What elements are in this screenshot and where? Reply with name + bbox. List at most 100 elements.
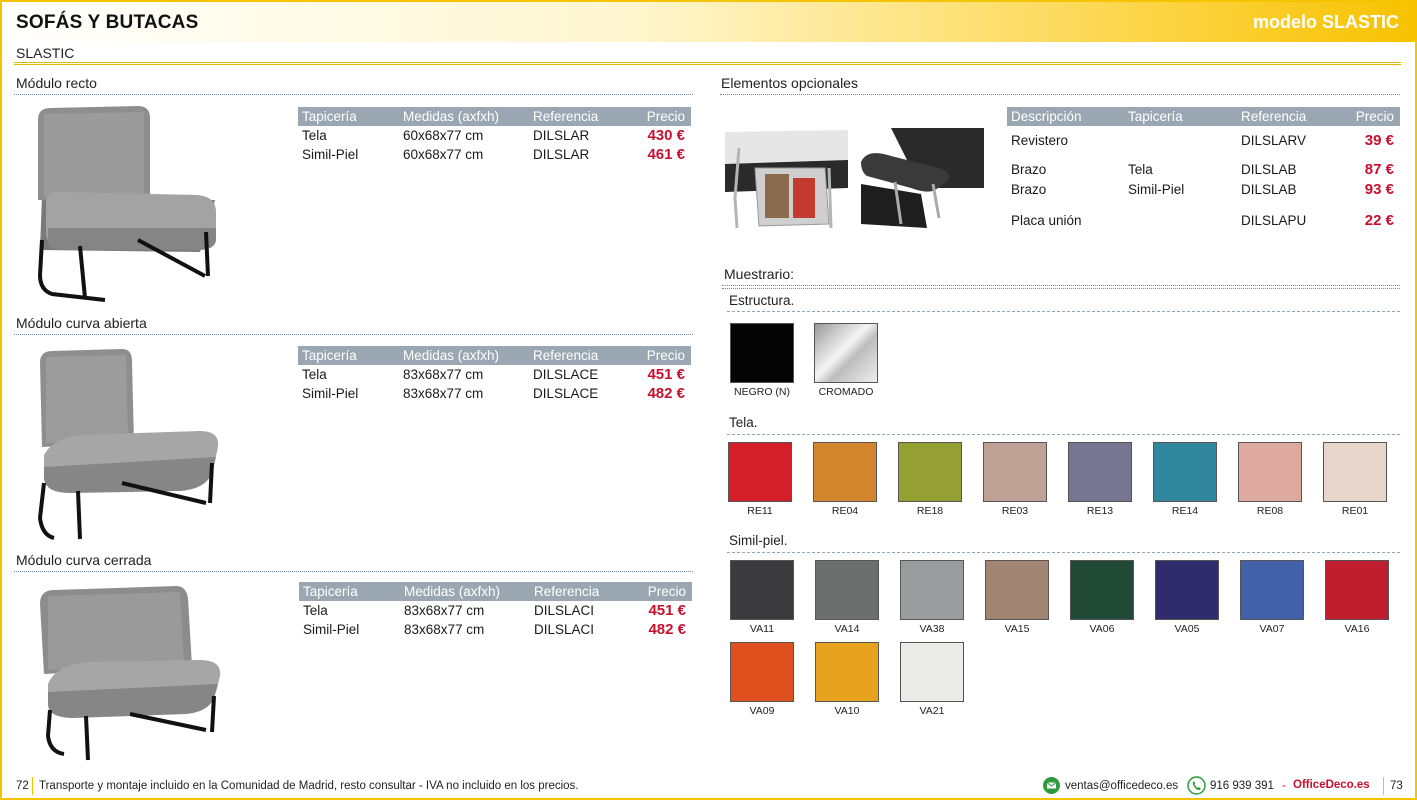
col-tapiceria: Tapicería <box>1128 109 1183 124</box>
col-referencia: Referencia <box>533 348 599 363</box>
table-row: Placa unión DILSLAPU 22 € <box>1007 210 1400 230</box>
phone-icon <box>1187 776 1206 795</box>
cell-precio: 430 € <box>647 127 685 144</box>
cell-precio: 451 € <box>647 366 685 383</box>
module-rule <box>14 571 693 572</box>
simil-rule <box>727 552 1400 553</box>
swatch-label: VA16 <box>1344 623 1370 635</box>
col-precio: Precio <box>647 584 686 599</box>
swatch-chip <box>1323 442 1387 502</box>
swatch-re03: RE03 <box>983 442 1047 517</box>
page-number-left: 72 <box>16 780 29 792</box>
estructura-rule <box>727 311 1400 312</box>
table-row: Simil-Piel 83x68x77 cm DILSLACI 482 € <box>299 620 692 639</box>
samples-title: Muestrario: <box>724 266 795 282</box>
email-icon <box>1043 777 1060 794</box>
swatch-label: RE18 <box>916 505 944 517</box>
swatch-label: VA38 <box>919 623 945 635</box>
swatch-label: RE11 <box>747 505 773 517</box>
module-title-curva-abierta: Módulo curva abierta <box>16 315 147 331</box>
swatch-label: VA09 <box>749 705 775 717</box>
cell-tapiceria: Tela <box>303 603 328 618</box>
page-number-right: 73 <box>1390 780 1403 792</box>
swatch-chip <box>728 442 792 502</box>
swatch-label: RE13 <box>1086 505 1114 517</box>
footer-email[interactable]: ventas@officedeco.es <box>1065 780 1178 792</box>
cell-medidas: 83x68x77 cm <box>404 603 485 618</box>
swatch-label: VA15 <box>1004 623 1030 635</box>
swatch-label: RE04 <box>831 505 859 517</box>
revistero-image <box>725 128 848 235</box>
swatch-re08: RE08 <box>1238 442 1302 517</box>
footer-phone[interactable]: 916 939 391 <box>1210 780 1274 792</box>
cell-precio: 93 € <box>1364 180 1394 198</box>
swatch-negro: NEGRO (N) <box>730 323 794 398</box>
swatch-label: VA10 <box>834 705 860 717</box>
swatch-va06: VA06 <box>1070 560 1134 635</box>
col-medidas: Medidas (axfxh) <box>403 109 500 124</box>
cell-precio: 482 € <box>648 621 686 638</box>
page-title: SOFÁS Y BUTACAS <box>16 12 199 33</box>
col-tapiceria: Tapicería <box>303 584 358 599</box>
cell-referencia: DILSLACI <box>534 603 595 618</box>
cell-referencia: DILSLACE <box>533 386 599 401</box>
simil-title: Simil-piel. <box>729 533 788 548</box>
swatch-chip <box>813 442 877 502</box>
cell-medidas: 83x68x77 cm <box>403 386 484 401</box>
swatch-chip <box>815 642 879 702</box>
swatch-label: RE01 <box>1341 505 1369 517</box>
cell-tapiceria: Simil-Piel <box>1128 181 1185 197</box>
swatch-re01: RE01 <box>1323 442 1387 517</box>
cell-precio: 39 € <box>1364 131 1394 149</box>
cell-tapiceria: Tela <box>302 367 327 382</box>
module-table-recto: Tapicería Medidas (axfxh) Referencia Pre… <box>298 107 691 164</box>
module-rule <box>14 334 693 335</box>
cell-medidas: 83x68x77 cm <box>403 367 484 382</box>
model-title: modelo SLASTIC <box>1252 12 1399 32</box>
col-referencia: Referencia <box>533 109 599 124</box>
table-row: Brazo Tela DILSLAB 87 € <box>1007 159 1400 179</box>
swatch-re13: RE13 <box>1068 442 1132 517</box>
table-row: Tela 60x68x77 cm DILSLAR 430 € <box>298 126 691 145</box>
swatch-chip <box>1068 442 1132 502</box>
swatch-va14: VA14 <box>815 560 879 635</box>
samples-rule-2 <box>722 288 1400 289</box>
cell-tapiceria: Simil-Piel <box>302 147 359 162</box>
swatch-label: VA06 <box>1089 623 1115 635</box>
swatch-label: VA11 <box>749 623 775 635</box>
cell-precio: 461 € <box>647 146 685 163</box>
footer-legal: Transporte y montaje incluido en la Comu… <box>39 780 579 792</box>
cell-descripcion: Brazo <box>1011 181 1047 197</box>
col-tapiceria: Tapicería <box>302 109 357 124</box>
module-table-curva-abierta: Tapicería Medidas (axfxh) Referencia Pre… <box>298 346 691 403</box>
module-table-curva-cerrada: Tapicería Medidas (axfxh) Referencia Pre… <box>299 582 692 639</box>
table-row: Tela 83x68x77 cm DILSLACE 451 € <box>298 365 691 384</box>
footer-brand[interactable]: OfficeDeco.es <box>1293 779 1370 791</box>
table-header: Tapicería Medidas (axfxh) Referencia Pre… <box>298 107 691 126</box>
footer-separator <box>32 777 33 795</box>
footer-separator <box>1383 777 1384 795</box>
module-title-recto: Módulo recto <box>16 75 97 91</box>
cell-referencia: DILSLACE <box>533 367 599 382</box>
col-precio: Precio <box>646 348 685 363</box>
cell-referencia: DILSLACI <box>534 622 595 637</box>
cell-tapiceria: Simil-Piel <box>302 386 359 401</box>
brazo-image <box>861 128 984 230</box>
chair-curva-abierta-image <box>37 349 219 540</box>
table-row: Tela 83x68x77 cm DILSLACI 451 € <box>299 601 692 620</box>
swatch-va21: VA21 <box>900 642 964 717</box>
cell-referencia: DILSLARV <box>1241 132 1307 148</box>
cell-medidas: 83x68x77 cm <box>404 622 485 637</box>
swatch-label: CROMADO <box>818 386 874 398</box>
swatch-label: RE14 <box>1171 505 1199 517</box>
swatch-re04: RE04 <box>813 442 877 517</box>
cell-referencia: DILSLAPU <box>1241 212 1307 228</box>
cell-descripcion: Brazo <box>1011 161 1047 177</box>
table-header: Tapicería Medidas (axfxh) Referencia Pre… <box>298 346 691 365</box>
swatch-re11: RE11 <box>728 442 792 517</box>
table-header: Tapicería Medidas (axfxh) Referencia Pre… <box>299 582 692 601</box>
col-referencia: Referencia <box>1241 109 1307 124</box>
swatch-chip <box>814 323 878 383</box>
swatch-chip <box>1325 560 1389 620</box>
cell-tapiceria: Simil-Piel <box>303 622 360 637</box>
